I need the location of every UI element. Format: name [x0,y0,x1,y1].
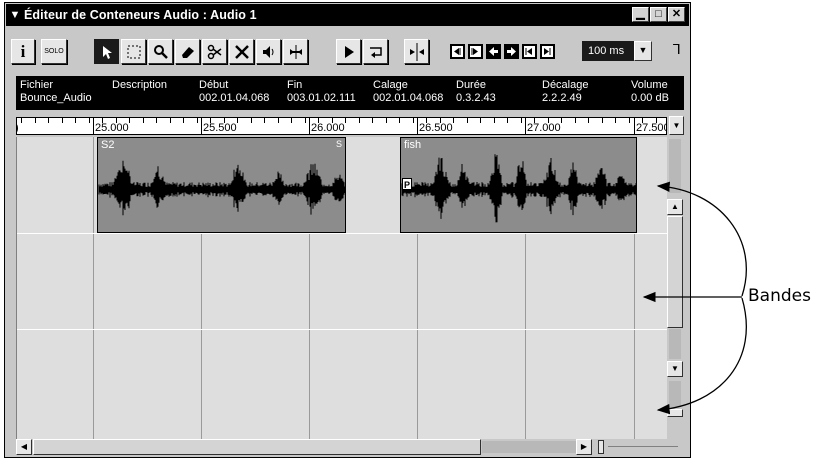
callout-arrow-bottom [656,297,747,415]
callout-label: Bandes [748,286,811,306]
callout-arrow-top [656,181,747,297]
callout-overlay [642,181,747,415]
